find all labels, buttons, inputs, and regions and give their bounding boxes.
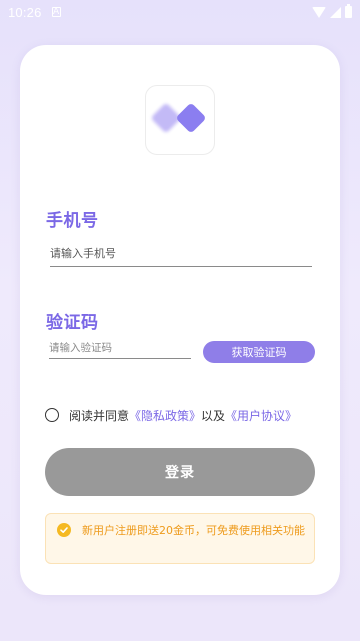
login-button[interactable]: 登录 (45, 448, 315, 496)
app-logo (145, 85, 215, 155)
agreement-middle: 以及 (201, 408, 226, 423)
code-input[interactable] (49, 337, 191, 359)
get-code-button[interactable]: 获取验证码 (203, 341, 315, 363)
privacy-policy-link[interactable]: 《隐私政策》 (129, 407, 201, 424)
notice-text: 新用户注册即送20金币，可免费使用相关功能 (82, 524, 305, 537)
login-card: 手机号 验证码 获取验证码 阅读并同意 《隐私政策》 以及 《用户协议》 登录 … (20, 45, 340, 595)
phone-input[interactable] (50, 241, 312, 267)
new-user-notice: 新用户注册即送20金币，可免费使用相关功能 (45, 513, 315, 564)
user-agreement-link[interactable]: 《用户协议》 (225, 407, 297, 424)
agreement-prefix: 阅读并同意 (69, 408, 130, 423)
status-icons (312, 4, 352, 18)
phone-label: 手机号 (46, 211, 99, 231)
status-bar: 10:26 A (0, 0, 360, 24)
status-time: 10:26 (8, 4, 42, 20)
wifi-icon (312, 6, 326, 18)
signal-icon (330, 6, 341, 18)
code-label: 验证码 (46, 313, 99, 333)
check-circle-icon (57, 523, 71, 537)
battery-icon (345, 4, 352, 18)
overlapping-diamonds-logo-icon (152, 104, 205, 132)
agreement-row: 阅读并同意 《隐私政策》 以及 《用户协议》 (45, 406, 297, 424)
notification-icon: A (51, 6, 61, 17)
agreement-radio[interactable] (45, 408, 59, 422)
